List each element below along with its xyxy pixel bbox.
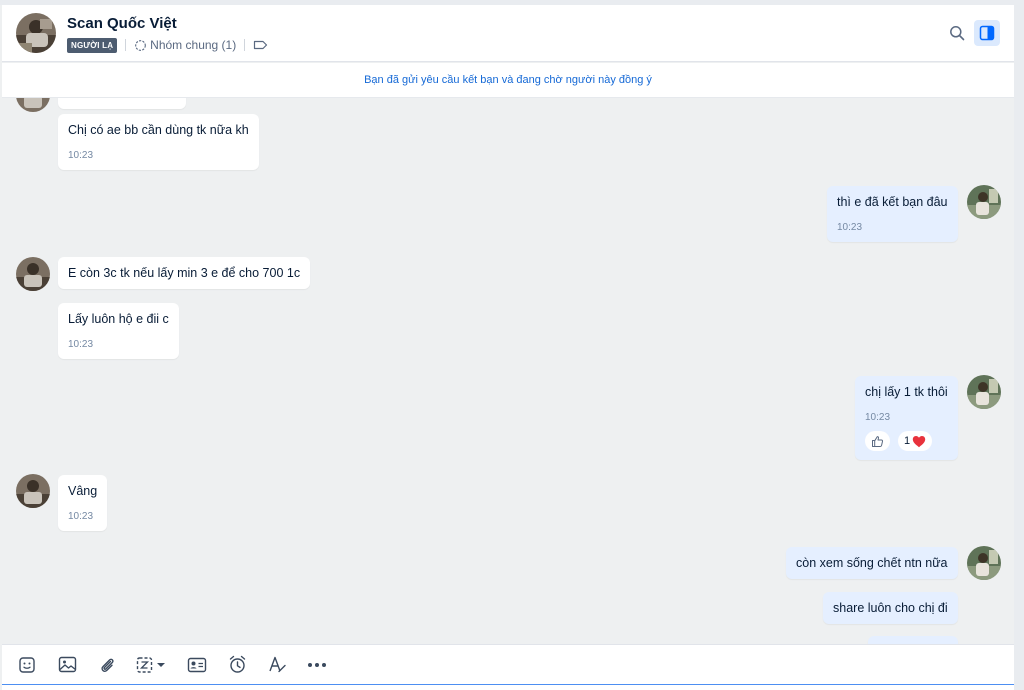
reminder-icon (228, 655, 247, 674)
right-edge-panel (1014, 0, 1024, 690)
contact-card-icon (187, 657, 207, 673)
heart-icon (912, 435, 926, 448)
message-text: chị lấy 1 tk thôi (865, 385, 948, 399)
message-time: 10:23 (68, 339, 94, 350)
send-contact-card-button[interactable] (186, 654, 208, 676)
message-time: 10:23 (68, 511, 94, 522)
message-bubble-partial[interactable] (58, 98, 186, 109)
send-image-button[interactable] (56, 654, 78, 676)
attachment-icon (98, 656, 116, 674)
divider (244, 39, 246, 51)
message-bubble-outgoing[interactable]: share luôn cho chị đi (823, 592, 958, 624)
common-groups-label: Nhóm chung (1) (150, 38, 237, 52)
screenshot-button[interactable] (136, 654, 168, 676)
message-text: thì e đã kết bạn đâu (837, 195, 948, 209)
message-bubble-outgoing[interactable]: thì e đã kết bạn đâu 10:23 (827, 186, 958, 242)
sticker-icon (18, 656, 36, 674)
sticker-button[interactable] (16, 654, 38, 676)
my-avatar[interactable] (967, 185, 1001, 219)
create-reminder-button[interactable] (226, 654, 248, 676)
image-icon (58, 656, 77, 673)
group-icon (134, 39, 147, 52)
my-avatar[interactable] (967, 375, 1001, 409)
screenshot-icon (136, 656, 168, 674)
message-text: Chị có ae bb cần dùng tk nữa kh (68, 123, 249, 137)
message-input-area[interactable] (2, 684, 1014, 690)
sidebar-panel-icon (979, 25, 995, 41)
message-time: 10:23 (68, 150, 94, 161)
reaction-summary[interactable]: 1 (898, 431, 933, 451)
friend-request-notice: Bạn đã gửi yêu cầu kết bạn và đang chờ n… (2, 63, 1014, 98)
contact-name[interactable]: Scan Quốc Việt (67, 15, 177, 32)
message-text: E còn 3c tk nếu lấy min 3 e để cho 700 1… (68, 266, 301, 280)
message-text: Vâng (68, 484, 98, 498)
contact-avatar-small[interactable] (16, 257, 50, 291)
search-button[interactable] (944, 20, 970, 46)
contact-avatar[interactable] (16, 13, 56, 53)
toggle-sidebar-button[interactable] (974, 20, 1000, 46)
message-text: share luôn cho chị đi (833, 601, 948, 615)
divider (125, 39, 127, 51)
message-time: 10:23 (837, 222, 863, 233)
composer-toolbar (2, 644, 1014, 684)
message-bubble-outgoing[interactable]: chị lấy 1 tk thôi 10:23 1 (855, 376, 958, 460)
common-groups-link[interactable]: Nhóm chung (1) (134, 38, 236, 52)
stranger-badge: NGƯỜI LẠ (67, 37, 118, 53)
message-list[interactable]: Chị có ae bb cần dùng tk nữa kh 10:23 th… (2, 98, 1014, 644)
chat-window: Scan Quốc Việt NGƯỜI LẠ Nhóm chung (1) B… (0, 0, 1024, 690)
message-time: 10:23 (865, 412, 891, 423)
reaction-count: 1 (904, 435, 911, 447)
message-text: còn xem sống chết ntn nữa (796, 556, 948, 570)
more-options-button[interactable] (306, 654, 328, 676)
message-bubble-outgoing[interactable]: còn xem sống chết ntn nữa (786, 547, 958, 579)
attach-file-button[interactable] (96, 654, 118, 676)
message-bubble-incoming[interactable]: Lấy luôn hộ e đii c 10:23 (58, 303, 179, 359)
contact-avatar-small[interactable] (16, 474, 50, 508)
text-format-button[interactable] (266, 654, 288, 676)
thumbs-up-icon (871, 435, 884, 448)
more-icon (307, 662, 327, 668)
reaction-row: 1 (865, 431, 948, 451)
like-reaction-button[interactable] (865, 431, 890, 451)
text-format-icon (268, 655, 287, 674)
message-bubble-incoming[interactable]: Vâng 10:23 (58, 475, 108, 531)
contact-avatar-small[interactable] (16, 98, 50, 112)
tag-icon[interactable] (253, 39, 268, 51)
message-bubble-partial[interactable] (868, 636, 958, 644)
my-avatar[interactable] (967, 546, 1001, 580)
chat-header: Scan Quốc Việt NGƯỜI LẠ Nhóm chung (1) (2, 5, 1014, 62)
message-text: Lấy luôn hộ e đii c (68, 312, 169, 326)
message-bubble-incoming[interactable]: E còn 3c tk nếu lấy min 3 e để cho 700 1… (58, 257, 311, 289)
search-icon (949, 25, 965, 41)
message-bubble-incoming[interactable]: Chị có ae bb cần dùng tk nữa kh 10:23 (58, 114, 259, 170)
contact-meta: NGƯỜI LẠ Nhóm chung (1) (67, 37, 268, 53)
